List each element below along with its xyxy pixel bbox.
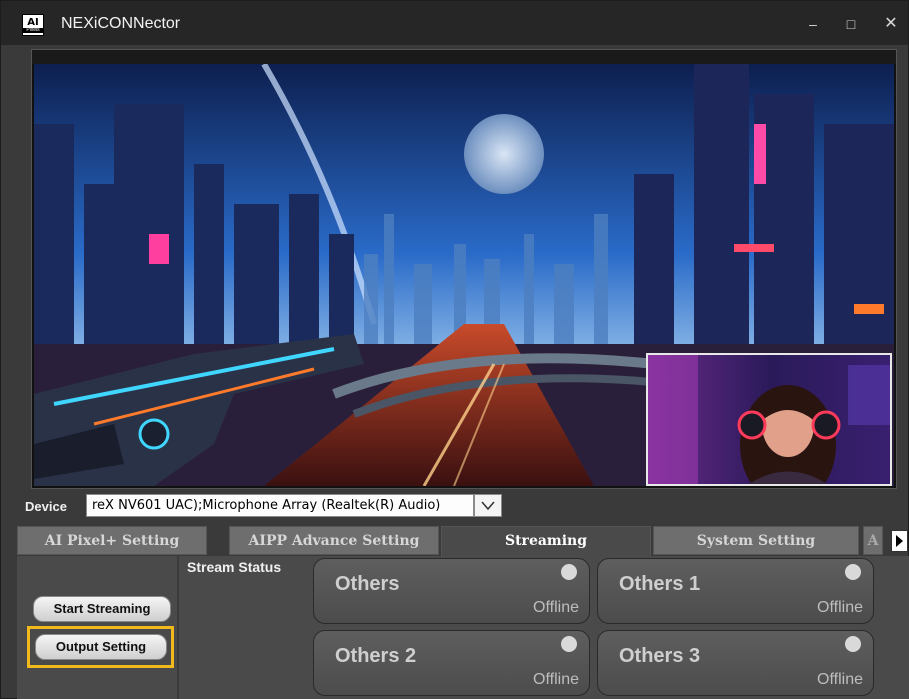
logo-text: AI (27, 16, 39, 28)
app-window: AI Pixels NEXiCONNector – □ ✕ Device reX… (0, 0, 909, 699)
output-setting-highlight: Output Setting (27, 626, 174, 668)
stream-card-state: Offline (533, 599, 579, 616)
stream-card-name: Others 2 (335, 645, 417, 667)
device-label: Device (25, 499, 67, 514)
tab-streaming[interactable]: Streaming (441, 526, 651, 557)
tab-overflow[interactable]: A (863, 526, 883, 555)
preview-top-strip (32, 50, 896, 64)
webcam-image (648, 355, 890, 484)
status-indicator-icon (845, 564, 861, 580)
stream-status-label: Stream Status (187, 559, 282, 575)
tab-scroll-right-button[interactable] (891, 530, 908, 552)
stream-card-others-2[interactable]: Others 2 Offline (313, 630, 590, 696)
device-select[interactable]: reX NV601 UAC);Microphone Array (Realtek… (86, 494, 474, 517)
stream-card-others[interactable]: Others Offline (313, 558, 590, 624)
window-title: NEXiCONNector (61, 15, 181, 32)
status-indicator-icon (561, 564, 577, 580)
start-streaming-button[interactable]: Start Streaming (33, 596, 171, 622)
triangle-right-icon (896, 535, 903, 547)
stream-card-others-1[interactable]: Others 1 Offline (597, 558, 874, 624)
stream-card-name: Others 3 (619, 645, 701, 667)
maximize-icon[interactable]: □ (839, 13, 863, 35)
panel-divider (177, 556, 179, 699)
title-bar: AI Pixels NEXiCONNector – □ ✕ (1, 1, 908, 45)
status-indicator-icon (561, 636, 577, 652)
status-indicator-icon (845, 636, 861, 652)
chevron-down-icon (481, 501, 495, 511)
logo-subtext: Pixels (23, 27, 43, 33)
stream-card-state: Offline (817, 671, 863, 688)
device-dropdown-button[interactable] (474, 494, 502, 517)
streaming-panel: Stream Status Start Streaming Output Set… (17, 556, 909, 699)
tab-bar: AI Pixel+ Setting AIPP Advance Setting S… (17, 526, 909, 557)
video-preview (31, 49, 897, 489)
tab-system-setting[interactable]: System Setting (653, 526, 859, 555)
stream-card-name: Others 1 (619, 573, 701, 595)
tab-aipp-advance-setting[interactable]: AIPP Advance Setting (229, 526, 439, 555)
stream-card-state: Offline (533, 671, 579, 688)
app-logo-icon: AI Pixels (22, 14, 44, 36)
stream-card-others-3[interactable]: Others 3 Offline (597, 630, 874, 696)
stream-card-name: Others (335, 573, 400, 595)
webcam-overlay (646, 353, 892, 486)
close-icon[interactable]: ✕ (879, 13, 903, 35)
stream-card-state: Offline (817, 599, 863, 616)
output-setting-button[interactable]: Output Setting (35, 634, 167, 660)
minimize-icon[interactable]: – (801, 13, 825, 35)
tab-ai-pixel-setting[interactable]: AI Pixel+ Setting (17, 526, 207, 555)
